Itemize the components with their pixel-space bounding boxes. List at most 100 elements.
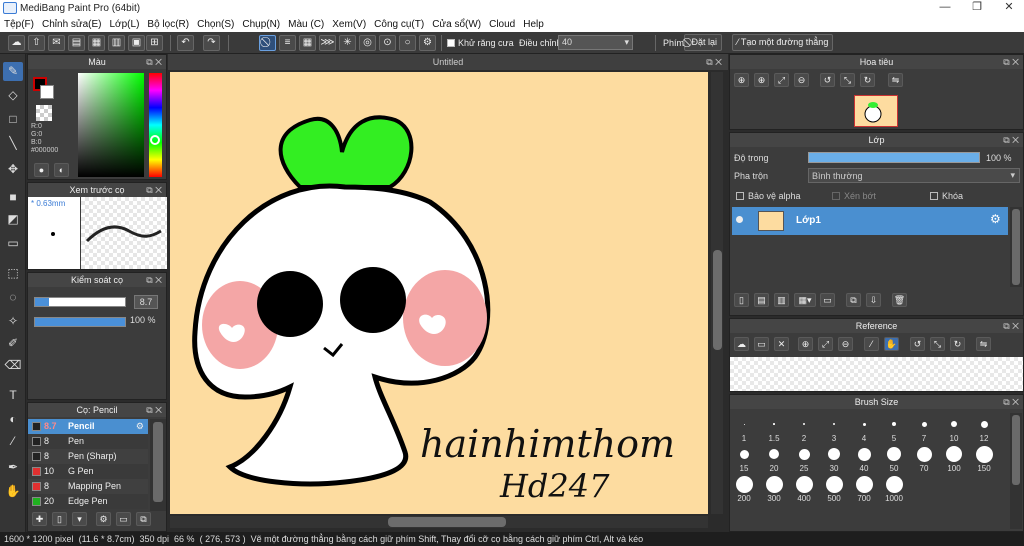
blend-mode-select[interactable]: Bình thường ▾: [808, 168, 1020, 183]
reference-fit-icon[interactable]: ⤢: [818, 337, 833, 351]
navigator-thumbnail[interactable]: [854, 95, 898, 127]
brush-size-option[interactable]: 2: [790, 410, 818, 443]
document-tab[interactable]: Untitled ⧉ ✕: [168, 54, 728, 70]
menu-color[interactable]: Màu (C): [284, 19, 328, 30]
menu-window[interactable]: Cửa sổ(W): [428, 19, 485, 30]
drawing-canvas[interactable]: hainhimthom Hd247: [170, 72, 708, 514]
canvas-vertical-thumb[interactable]: [713, 250, 722, 350]
reference-rotate-left-icon[interactable]: ↺: [910, 337, 925, 351]
brush-settings-icon[interactable]: ⚙: [136, 419, 144, 434]
new-halftone-layer-icon[interactable]: ▤: [754, 293, 769, 307]
brush-size-scrollbar[interactable]: [1010, 413, 1022, 529]
brush-size-option[interactable]: 10: [940, 410, 968, 443]
select-tool-icon[interactable]: ⬚: [3, 264, 23, 283]
new-brush-icon[interactable]: ▯: [52, 512, 67, 526]
magic-wand-icon[interactable]: ✧: [3, 312, 23, 331]
curve-snap-icon[interactable]: ⊙: [379, 35, 396, 51]
page-icon[interactable]: ▤: [68, 35, 85, 51]
gradient-tool-icon[interactable]: ▭: [3, 234, 23, 253]
circle-snap-icon[interactable]: ○: [399, 35, 416, 51]
reference-zoom-in-icon[interactable]: ⊕: [798, 337, 813, 351]
upload-icon[interactable]: ⇧: [28, 35, 45, 51]
undock-icon[interactable]: ⧉ ✕: [146, 55, 162, 69]
vanishing-point-icon[interactable]: ⋙: [319, 35, 336, 51]
rotate-right-icon[interactable]: ↻: [860, 73, 875, 87]
cross-snap-icon[interactable]: ▦: [299, 35, 316, 51]
brush-list-scrollbar[interactable]: [150, 419, 166, 511]
brush-list-item[interactable]: 8 Mapping Pen: [28, 479, 148, 494]
visibility-icon[interactable]: [736, 216, 743, 223]
brush-size-option[interactable]: 25: [790, 440, 818, 473]
new-layer-icon[interactable]: ▯: [734, 293, 749, 307]
brush-list-item[interactable]: 8 Pen (Sharp): [28, 449, 148, 464]
brush-size-option[interactable]: 3: [820, 410, 848, 443]
zoom-in-alt-icon[interactable]: ⊕: [754, 73, 769, 87]
lasso-tool-icon[interactable]: ◌: [3, 288, 23, 307]
radial-snap-icon[interactable]: ✳: [339, 35, 356, 51]
menu-edit[interactable]: Chỉnh sửa(E): [38, 19, 106, 30]
brush-size-option[interactable]: 1.5: [760, 410, 788, 443]
brush-size-option[interactable]: 30: [820, 440, 848, 473]
reference-rotate-right-icon[interactable]: ↻: [950, 337, 965, 351]
menu-snap[interactable]: Chụp(N): [238, 19, 284, 30]
clipping-checkbox[interactable]: [832, 192, 840, 200]
layout-icon[interactable]: ▣: [128, 35, 145, 51]
bucket-tool-icon[interactable]: ◩: [3, 210, 23, 229]
divide-tool-icon[interactable]: ◐: [3, 410, 23, 429]
brush-size-option[interactable]: 70: [910, 440, 938, 473]
reset-button[interactable]: ⃠ Đặt lại: [684, 34, 723, 51]
lock-checkbox[interactable]: [930, 192, 938, 200]
undock-icon[interactable]: ⧉ ✕: [146, 403, 162, 417]
undock-icon[interactable]: ⧉ ✕: [706, 54, 722, 70]
brush-list-item[interactable]: 20 Edge Pen: [28, 494, 148, 509]
brush-menu-icon[interactable]: ▾: [72, 512, 87, 526]
reference-hand-icon[interactable]: ✋: [884, 337, 899, 351]
hue-handle[interactable]: [150, 135, 160, 145]
menu-layer[interactable]: Lớp(L): [106, 19, 144, 30]
rotate-left-icon[interactable]: ↺: [820, 73, 835, 87]
add-brush-icon[interactable]: ✚: [32, 512, 47, 526]
brush-folder-icon[interactable]: ▭: [116, 512, 131, 526]
make-line-button[interactable]: ⁄ Tạo một đường thẳng: [732, 34, 834, 51]
undock-icon[interactable]: ⧉ ✕: [146, 273, 162, 287]
brush-size-option[interactable]: 20: [760, 440, 788, 473]
rectangle-tool-icon[interactable]: □: [3, 110, 23, 129]
layer-settings-icon[interactable]: ⚙: [990, 212, 1001, 226]
cloud-reference-icon[interactable]: ☁: [734, 337, 749, 351]
brush-size-option[interactable]: 4: [850, 410, 878, 443]
snap-off-icon[interactable]: ⃠: [259, 35, 276, 51]
menu-view[interactable]: Xem(V): [328, 19, 370, 30]
maximize-button[interactable]: ❐: [962, 0, 992, 16]
zoom-in-icon[interactable]: ⊕: [734, 73, 749, 87]
brush-size-option[interactable]: 200: [730, 470, 758, 503]
undock-icon[interactable]: ⧉ ✕: [1003, 395, 1019, 409]
layer-folder-icon[interactable]: ▭: [820, 293, 835, 307]
fit-window-icon[interactable]: ⤡: [840, 73, 855, 87]
line-tool-icon[interactable]: ╲: [3, 134, 23, 153]
new-8bit-layer-icon[interactable]: ▥: [774, 293, 789, 307]
hand-tool-icon[interactable]: ✋: [3, 482, 23, 501]
merge-layer-icon[interactable]: ⇩: [866, 293, 881, 307]
brush-size-value[interactable]: 8.7: [134, 295, 158, 309]
brush-size-option[interactable]: 15: [730, 440, 758, 473]
text-tool-icon[interactable]: T: [3, 386, 23, 405]
close-reference-icon[interactable]: ✕: [774, 337, 789, 351]
select-pen-icon[interactable]: ✐: [3, 334, 23, 353]
minimize-button[interactable]: —: [930, 0, 960, 16]
eyedropper-tool-icon[interactable]: ⁄: [3, 432, 23, 451]
brush-size-option[interactable]: 1000: [880, 470, 908, 503]
reference-flip-icon[interactable]: ⇋: [976, 337, 991, 351]
brush-size-option[interactable]: 1: [730, 410, 758, 443]
pen-tool-icon[interactable]: ✒: [3, 458, 23, 477]
menu-tools[interactable]: Công cụ(T): [370, 19, 428, 30]
select-eraser-icon[interactable]: ⌫: [3, 356, 23, 375]
layer-row[interactable]: Lớp1 ⚙: [732, 207, 1008, 235]
brush-size-option[interactable]: 400: [790, 470, 818, 503]
delete-layer-icon[interactable]: 🗑: [892, 293, 907, 307]
undock-icon[interactable]: ⧉ ✕: [1003, 319, 1019, 333]
fit-icon[interactable]: ⤢: [774, 73, 789, 87]
brush-opacity-slider[interactable]: [34, 317, 126, 327]
menu-cloud[interactable]: Cloud: [485, 19, 519, 30]
brush-settings-icon[interactable]: ⚙: [96, 512, 111, 526]
menu-file[interactable]: Tệp(F): [0, 19, 38, 30]
